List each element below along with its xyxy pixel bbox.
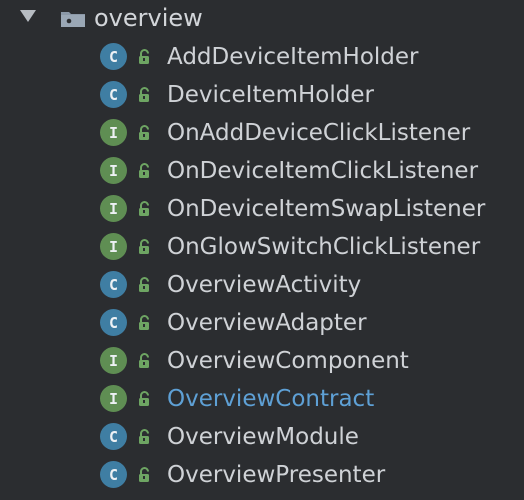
- tree-item-row[interactable]: I OverviewContract: [0, 380, 524, 418]
- tree-item-row[interactable]: C OverviewActivity: [0, 266, 524, 304]
- tree-item-label: OnDeviceItemClickListener: [167, 158, 479, 184]
- open-lock-icon: [136, 238, 154, 256]
- open-lock-icon: [136, 162, 154, 180]
- class-type-icon: C: [100, 271, 127, 298]
- class-type-icon: C: [100, 81, 127, 108]
- interface-type-icon: I: [100, 233, 127, 260]
- tree-item-row[interactable]: I OverviewComponent: [0, 342, 524, 380]
- tree-item-label: OnGlowSwitchClickListener: [167, 234, 481, 260]
- tree-item-row[interactable]: I OnDeviceItemClickListener: [0, 152, 524, 190]
- interface-type-icon: I: [100, 347, 127, 374]
- tree-item-label: OverviewContract: [167, 386, 375, 412]
- tree-item-label: OnAddDeviceClickListener: [167, 120, 471, 146]
- open-lock-icon: [136, 314, 154, 332]
- class-type-icon: C: [100, 461, 127, 488]
- tree-item-label: OnDeviceItemSwapListener: [167, 196, 486, 222]
- tree-item-row[interactable]: I OnGlowSwitchClickListener: [0, 228, 524, 266]
- collapse-arrow-icon[interactable]: [20, 10, 36, 22]
- tree-item-row[interactable]: C AddDeviceItemHolder: [0, 38, 524, 76]
- folder-label: overview: [94, 4, 203, 32]
- tree-item-label: DeviceItemHolder: [167, 82, 374, 108]
- tree-folder-row-overview[interactable]: overview: [0, 0, 524, 40]
- package-folder-icon: [61, 12, 85, 27]
- open-lock-icon: [136, 390, 154, 408]
- interface-type-icon: I: [100, 157, 127, 184]
- interface-type-icon: I: [100, 385, 127, 412]
- open-lock-icon: [136, 466, 154, 484]
- tree-item-label: OverviewActivity: [167, 272, 362, 298]
- project-tree: overview C AddDeviceItemHolder C DeviceItem…: [0, 0, 524, 500]
- class-type-icon: C: [100, 423, 127, 450]
- tree-item-row[interactable]: I OnAddDeviceClickListener: [0, 114, 524, 152]
- class-type-icon: C: [100, 43, 127, 70]
- tree-item-row[interactable]: C OverviewModule: [0, 418, 524, 456]
- tree-item-row[interactable]: I OnDeviceItemSwapListener: [0, 190, 524, 228]
- open-lock-icon: [136, 276, 154, 294]
- open-lock-icon: [136, 124, 154, 142]
- tree-item-label: OverviewPresenter: [167, 462, 386, 488]
- open-lock-icon: [136, 48, 154, 66]
- tree-item-label: OverviewAdapter: [167, 310, 367, 336]
- class-type-icon: C: [100, 309, 127, 336]
- tree-item-row[interactable]: C DeviceItemHolder: [0, 76, 524, 114]
- tree-item-label: OverviewModule: [167, 424, 359, 450]
- interface-type-icon: I: [100, 195, 127, 222]
- open-lock-icon: [136, 86, 154, 104]
- tree-item-label: AddDeviceItemHolder: [167, 44, 419, 70]
- tree-item-row[interactable]: C OverviewAdapter: [0, 304, 524, 342]
- open-lock-icon: [136, 200, 154, 218]
- open-lock-icon: [136, 352, 154, 370]
- open-lock-icon: [136, 428, 154, 446]
- tree-item-row[interactable]: C OverviewPresenter: [0, 456, 524, 494]
- tree-item-label: OverviewComponent: [167, 348, 409, 374]
- interface-type-icon: I: [100, 119, 127, 146]
